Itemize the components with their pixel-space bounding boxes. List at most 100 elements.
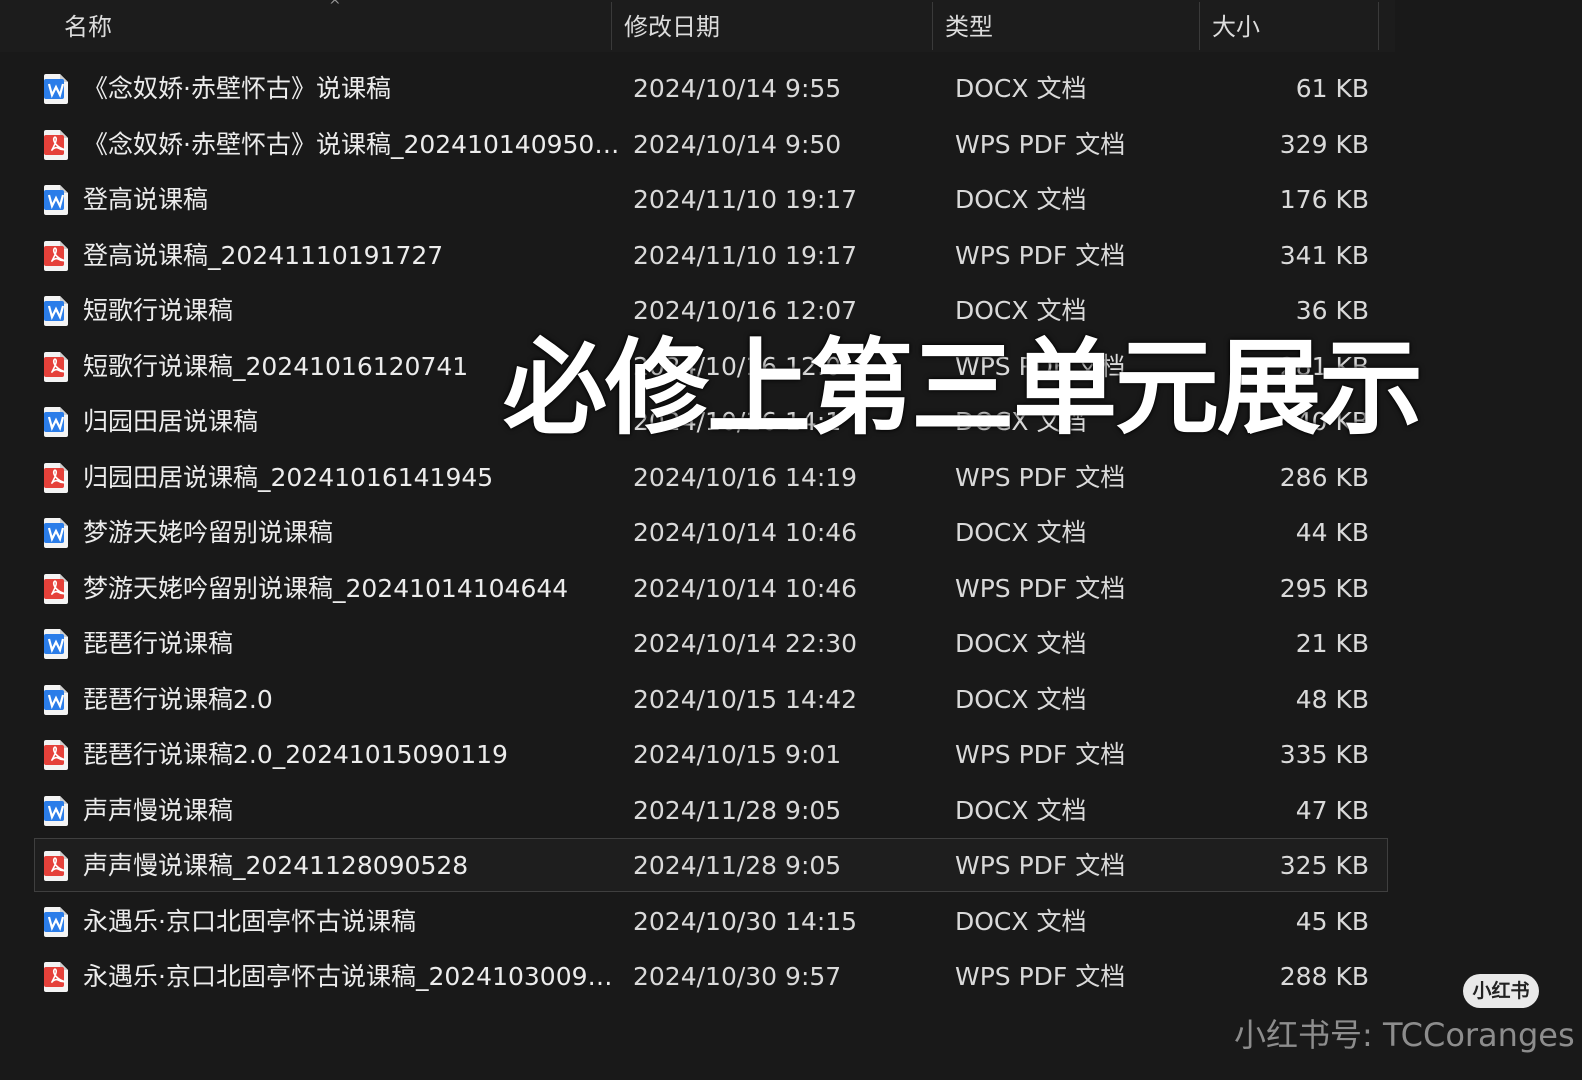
file-modified-date: 2024/11/10 19:17: [633, 185, 858, 214]
file-row[interactable]: 《念奴娇·赤壁怀古》说课稿 2024/10/14 9:55 DOCX 文档 61 KB: [34, 61, 1388, 115]
column-divider[interactable]: [1378, 2, 1379, 50]
file-type: DOCX 文档: [955, 684, 1087, 714]
file-row[interactable]: 《念奴娇·赤壁怀古》说课稿_20241014095039 2024/10/14 9…: [34, 117, 1388, 171]
file-type: DOCX 文档: [955, 518, 1087, 547]
pdf-file-icon: [43, 240, 69, 272]
file-name: 《念奴娇·赤壁怀古》说课稿: [83, 74, 391, 103]
file-modified-date: 2024/10/15 14:42: [633, 684, 858, 714]
file-name: 琵琶行说课稿2.0_20241015090119: [83, 740, 508, 769]
file-row[interactable]: 琵琶行说课稿 2024/10/14 22:30 DOCX 文档 21 KB: [34, 616, 1388, 670]
file-name: 《念奴娇·赤壁怀古》说课稿_20241014095039: [83, 129, 623, 159]
file-name: 梦游天姥吟留别说课稿_20241014104644: [83, 573, 569, 603]
file-type: DOCX 文档: [955, 906, 1087, 936]
column-type-header[interactable]: 类型: [945, 0, 1195, 52]
file-modified-date: 2024/10/30 9:57: [633, 962, 842, 991]
file-modified-date: 2024/11/28 9:05: [633, 851, 842, 880]
watermark-text: 小红书号: TCCoranges: [1234, 1016, 1575, 1054]
file-row[interactable]: 永遇乐·京口北固亭怀古说课稿 2024/10/30 14:15 DOCX 文档 45 …: [34, 894, 1388, 948]
file-row[interactable]: 梦游天姥吟留别说课稿 2024/10/14 10:46 DOCX 文档 44 KB: [34, 505, 1388, 559]
overlay-title: 必修上第三单元展示: [503, 327, 1423, 449]
column-size-header[interactable]: 大小: [1212, 0, 1372, 52]
column-header: ^ 名称 修改日期 类型 大小: [0, 0, 1395, 52]
word-file-icon: [43, 628, 69, 660]
file-row[interactable]: 声声慢说课稿 2024/11/28 9:05 DOCX 文档 47 KB: [34, 783, 1388, 837]
pdf-file-icon: [43, 961, 69, 993]
file-size: 47 KB: [1295, 795, 1369, 825]
file-row[interactable]: 归园田居说课稿_20241016141945 2024/10/16 14:19 WP…: [34, 450, 1388, 504]
column-name-header[interactable]: 名称: [64, 0, 610, 52]
word-file-icon: [43, 295, 69, 327]
column-modified-header[interactable]: 修改日期: [624, 0, 929, 52]
file-type: DOCX 文档: [955, 795, 1087, 825]
file-size: 329 KB: [1279, 129, 1369, 159]
watermark-badge: 小红书: [1463, 974, 1539, 1008]
file-type: WPS PDF 文档: [955, 462, 1126, 492]
file-name: 琵琶行说课稿2.0: [83, 684, 273, 714]
word-file-icon: [43, 406, 69, 438]
file-name: 永遇乐·京口北固亭怀古说课稿_202410300956...: [83, 962, 623, 991]
file-name: 登高说课稿_20241110191727: [83, 240, 444, 270]
file-modified-date: 2024/10/14 22:30: [633, 629, 858, 658]
file-size: 48 KB: [1295, 684, 1369, 714]
column-divider[interactable]: [611, 2, 612, 50]
word-file-icon: [43, 184, 69, 216]
file-type: DOCX 文档: [955, 629, 1087, 658]
file-row[interactable]: 琵琶行说课稿2.0_20241015090119 2024/10/15 9:01 W…: [34, 727, 1388, 781]
file-size: 341 KB: [1279, 240, 1369, 270]
file-size: 286 KB: [1279, 462, 1369, 492]
column-divider[interactable]: [932, 2, 933, 50]
file-name: 永遇乐·京口北固亭怀古说课稿: [83, 906, 416, 936]
file-type: WPS PDF 文档: [955, 962, 1126, 991]
file-type: WPS PDF 文档: [955, 129, 1126, 159]
file-modified-date: 2024/10/15 9:01: [633, 740, 842, 769]
file-type: WPS PDF 文档: [955, 851, 1126, 880]
file-size: 61 KB: [1295, 74, 1369, 103]
file-name: 归园田居说课稿_20241016141945: [83, 462, 494, 492]
file-modified-date: 2024/11/10 19:17: [633, 240, 858, 270]
file-size: 295 KB: [1279, 573, 1369, 603]
file-modified-date: 2024/10/14 9:55: [633, 74, 842, 103]
word-file-icon: [43, 684, 69, 716]
file-modified-date: 2024/10/16 14:19: [633, 462, 858, 492]
file-name: 声声慢说课稿: [83, 795, 234, 825]
word-file-icon: [43, 795, 69, 827]
pdf-file-icon: [43, 739, 69, 771]
file-modified-date: 2024/10/30 14:15: [633, 906, 858, 936]
file-name: 梦游天姥吟留别说课稿: [83, 518, 334, 547]
file-modified-date: 2024/11/28 9:05: [633, 795, 842, 825]
file-row[interactable]: 声声慢说课稿_20241128090528 2024/11/28 9:05 WPS …: [34, 838, 1388, 892]
pdf-file-icon: [43, 573, 69, 605]
file-modified-date: 2024/10/14 10:46: [633, 573, 858, 603]
pdf-file-icon: [43, 129, 69, 161]
file-size: 45 KB: [1295, 906, 1369, 936]
pdf-file-icon: [43, 351, 69, 383]
file-size: 44 KB: [1295, 518, 1369, 547]
word-file-icon: [43, 906, 69, 938]
column-modified-label: 修改日期: [624, 13, 720, 41]
word-file-icon: [43, 517, 69, 549]
pdf-file-icon: [43, 850, 69, 882]
file-row[interactable]: 登高说课稿_20241110191727 2024/11/10 19:17 WPS …: [34, 228, 1388, 282]
file-size: 21 KB: [1295, 629, 1369, 658]
file-type: WPS PDF 文档: [955, 573, 1126, 603]
file-row[interactable]: 梦游天姥吟留别说课稿_20241014104644 2024/10/14 10:4…: [34, 561, 1388, 615]
file-row[interactable]: 琵琶行说课稿2.0 2024/10/15 14:42 DOCX 文档 48 KB: [34, 672, 1388, 726]
file-modified-date: 2024/10/14 10:46: [633, 518, 858, 547]
column-type-label: 类型: [945, 13, 993, 41]
file-name: 琵琶行说课稿: [83, 629, 234, 658]
file-size: 335 KB: [1279, 740, 1369, 769]
file-name: 声声慢说课稿_20241128090528: [83, 851, 469, 880]
file-type: DOCX 文档: [955, 74, 1087, 103]
file-size: 325 KB: [1279, 851, 1369, 880]
file-type: WPS PDF 文档: [955, 240, 1126, 270]
word-file-icon: [43, 73, 69, 105]
column-name-label: 名称: [64, 13, 112, 41]
file-row[interactable]: 永遇乐·京口北固亭怀古说课稿_202410300956... 2024/10/30…: [34, 949, 1388, 1003]
file-row[interactable]: 登高说课稿 2024/11/10 19:17 DOCX 文档 176 KB: [34, 172, 1388, 226]
column-size-label: 大小: [1212, 13, 1260, 41]
file-type: WPS PDF 文档: [955, 740, 1126, 769]
file-size: 176 KB: [1279, 185, 1369, 214]
column-divider[interactable]: [1199, 2, 1200, 50]
pdf-file-icon: [43, 462, 69, 494]
file-type: DOCX 文档: [955, 185, 1087, 214]
